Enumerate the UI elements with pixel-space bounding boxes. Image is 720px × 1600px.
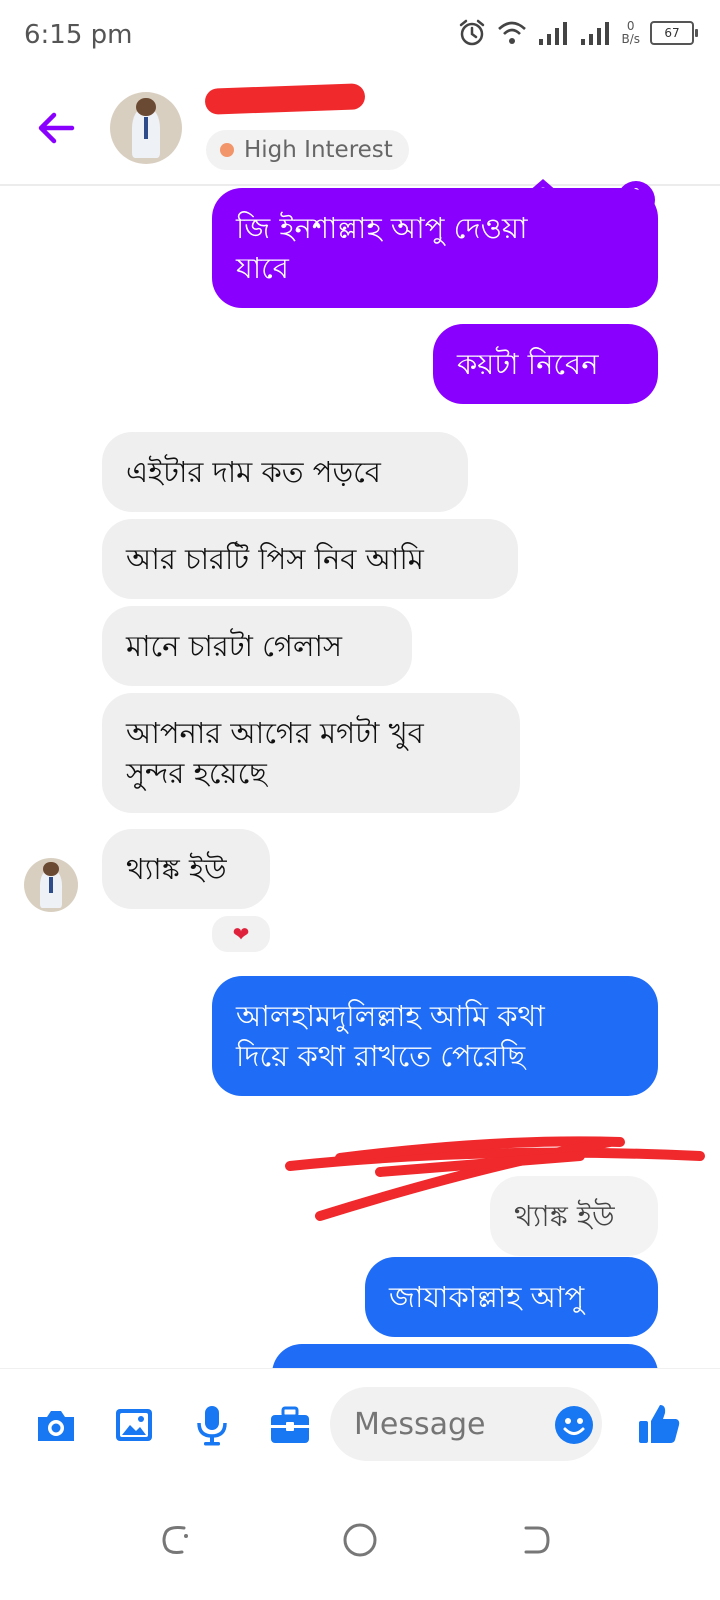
- signal-icon-2: [581, 22, 610, 45]
- sender-avatar[interactable]: [24, 858, 78, 912]
- message-bubble-incoming[interactable]: আর চারটি পিস নিব আমি: [102, 519, 518, 599]
- recent-apps-icon[interactable]: [154, 1518, 198, 1562]
- alarm-icon: [460, 19, 485, 46]
- briefcase-icon[interactable]: [268, 1403, 312, 1447]
- status-time: 6:15 pm: [24, 20, 133, 50]
- message-bubble-incoming[interactable]: মানে চারটা গেলাস: [102, 606, 412, 686]
- message-bubble-incoming[interactable]: আপনার আগের মগটা খুব সুন্দর হয়েছে: [102, 693, 520, 813]
- replied-message-quote[interactable]: থ্যাঙ্ক ইউ: [490, 1176, 658, 1256]
- status-icons: 0 B/s 67: [457, 18, 698, 48]
- message-bubble-outgoing[interactable]: জাযাকাল্লাহ আপু: [365, 1257, 658, 1337]
- battery-icon: 67: [650, 21, 698, 45]
- composer-bar: [0, 1368, 720, 1481]
- contact-avatar[interactable]: [110, 92, 182, 164]
- back-icon[interactable]: [514, 1518, 558, 1562]
- message-bubble-outgoing[interactable]: আলহামদুলিল্লাহ আমি কথা দিয়ে কথা রাখতে প…: [212, 976, 658, 1096]
- interest-dot: [220, 143, 234, 157]
- thumbs-up-icon[interactable]: [636, 1401, 682, 1447]
- interest-label[interactable]: High Interest: [206, 130, 409, 170]
- contact-name-redacted[interactable]: [204, 82, 366, 116]
- net-speed: 0 B/s: [621, 19, 640, 46]
- message-bubble-incoming[interactable]: এইটার দাম কত পড়বে: [102, 432, 468, 512]
- emoji-icon[interactable]: [554, 1405, 594, 1445]
- system-nav-bar: [0, 1480, 720, 1600]
- message-bubble-outgoing[interactable]: জি ইনশাল্লাহ আপু দেওয়া যাবে: [212, 188, 658, 308]
- message-bubble-outgoing[interactable]: কয়টা নিবেন: [433, 324, 658, 404]
- home-icon[interactable]: [338, 1518, 382, 1562]
- camera-icon[interactable]: [34, 1403, 78, 1447]
- back-arrow-icon[interactable]: [34, 106, 78, 150]
- status-bar: 6:15 pm 0 B/s 67: [0, 0, 720, 72]
- microphone-icon[interactable]: [190, 1403, 234, 1447]
- message-bubble-incoming[interactable]: থ্যাঙ্ক ইউ: [102, 829, 270, 909]
- wifi-icon: [498, 21, 527, 44]
- message-bubble-outgoing-partial[interactable]: [272, 1344, 658, 1368]
- message-list[interactable]: জি ইনশাল্লাহ আপু দেওয়া যাবে কয়টা নিবেন…: [0, 186, 720, 1368]
- gallery-icon[interactable]: [112, 1403, 156, 1447]
- heart-reaction[interactable]: ❤: [210, 914, 272, 954]
- signal-icon-1: [539, 22, 568, 45]
- heart-icon: ❤: [232, 922, 250, 946]
